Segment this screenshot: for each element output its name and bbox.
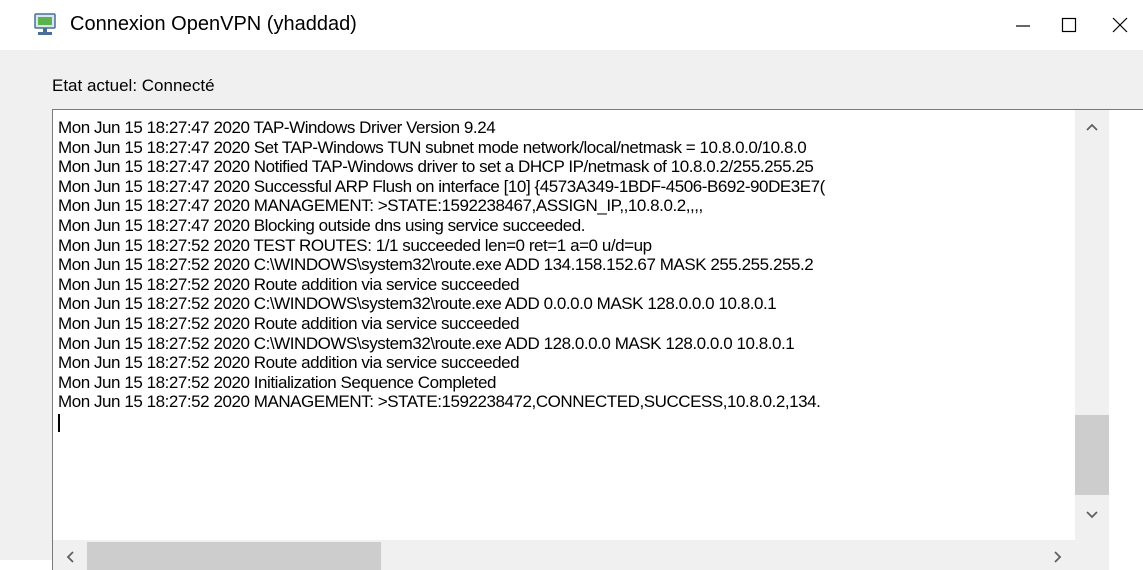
scroll-right-button[interactable] (1041, 540, 1075, 570)
log-line: Mon Jun 15 18:27:52 2020 Route addition … (58, 313, 520, 333)
log-line: Mon Jun 15 18:27:52 2020 Route addition … (58, 353, 520, 373)
chevron-down-icon (1086, 511, 1098, 519)
vertical-scroll-thumb[interactable] (1075, 415, 1109, 495)
scrollbar-corner (1075, 540, 1109, 570)
maximize-icon (1061, 17, 1077, 33)
log-line: Mon Jun 15 18:27:47 2020 TAP-Windows Dri… (58, 118, 496, 137)
scroll-left-button[interactable] (53, 540, 87, 570)
log-line: Mon Jun 15 18:27:52 2020 MANAGEMENT: >ST… (58, 392, 821, 412)
text-caret (58, 413, 60, 432)
connection-status-label: Etat actuel: Connecté (52, 76, 215, 95)
log-line: Mon Jun 15 18:27:52 2020 Initialization … (58, 372, 496, 392)
log-line: Mon Jun 15 18:27:52 2020 Route addition … (58, 274, 520, 294)
chevron-right-icon (1054, 551, 1062, 563)
minimize-button[interactable] (1000, 0, 1046, 50)
title-bar[interactable]: Connexion OpenVPN (yhaddad) (0, 0, 1143, 50)
scroll-down-button[interactable] (1075, 498, 1109, 532)
log-line: Mon Jun 15 18:27:52 2020 C:\WINDOWS\syst… (58, 333, 795, 353)
close-icon (1112, 17, 1128, 33)
vertical-scrollbar[interactable] (1075, 110, 1109, 540)
minimize-icon (1016, 25, 1030, 27)
log-line: Mon Jun 15 18:27:47 2020 Set TAP-Windows… (58, 137, 807, 157)
chevron-up-icon (1086, 123, 1098, 131)
dialog-body: Etat actuel: Connecté Mon Jun 15 18:27:4… (0, 50, 1143, 570)
log-line: Mon Jun 15 18:27:47 2020 MANAGEMENT: >ST… (58, 196, 703, 216)
log-line: Mon Jun 15 18:27:52 2020 TEST ROUTES: 1/… (58, 235, 652, 255)
horizontal-scroll-thumb[interactable] (87, 542, 381, 570)
log-line: Mon Jun 15 18:27:47 2020 Blocking outsid… (58, 215, 586, 235)
horizontal-scrollbar[interactable] (53, 540, 1075, 570)
log-content[interactable]: Mon Jun 15 18:27:47 2020 TAP-Windows Dri… (58, 118, 1073, 528)
log-line: Mon Jun 15 18:27:52 2020 C:\WINDOWS\syst… (58, 294, 777, 314)
openvpn-monitor-icon (32, 12, 58, 38)
chevron-left-icon (66, 551, 74, 563)
maximize-button[interactable] (1046, 0, 1092, 50)
scroll-up-button[interactable] (1075, 110, 1109, 144)
log-textbox[interactable]: Mon Jun 15 18:27:47 2020 TAP-Windows Dri… (52, 109, 1143, 570)
log-line: Mon Jun 15 18:27:47 2020 Successful ARP … (58, 176, 825, 196)
close-button[interactable] (1097, 0, 1143, 50)
log-line: Mon Jun 15 18:27:47 2020 Notified TAP-Wi… (58, 157, 814, 177)
window-title: Connexion OpenVPN (yhaddad) (70, 13, 357, 35)
log-line: Mon Jun 15 18:27:52 2020 C:\WINDOWS\syst… (58, 255, 814, 275)
